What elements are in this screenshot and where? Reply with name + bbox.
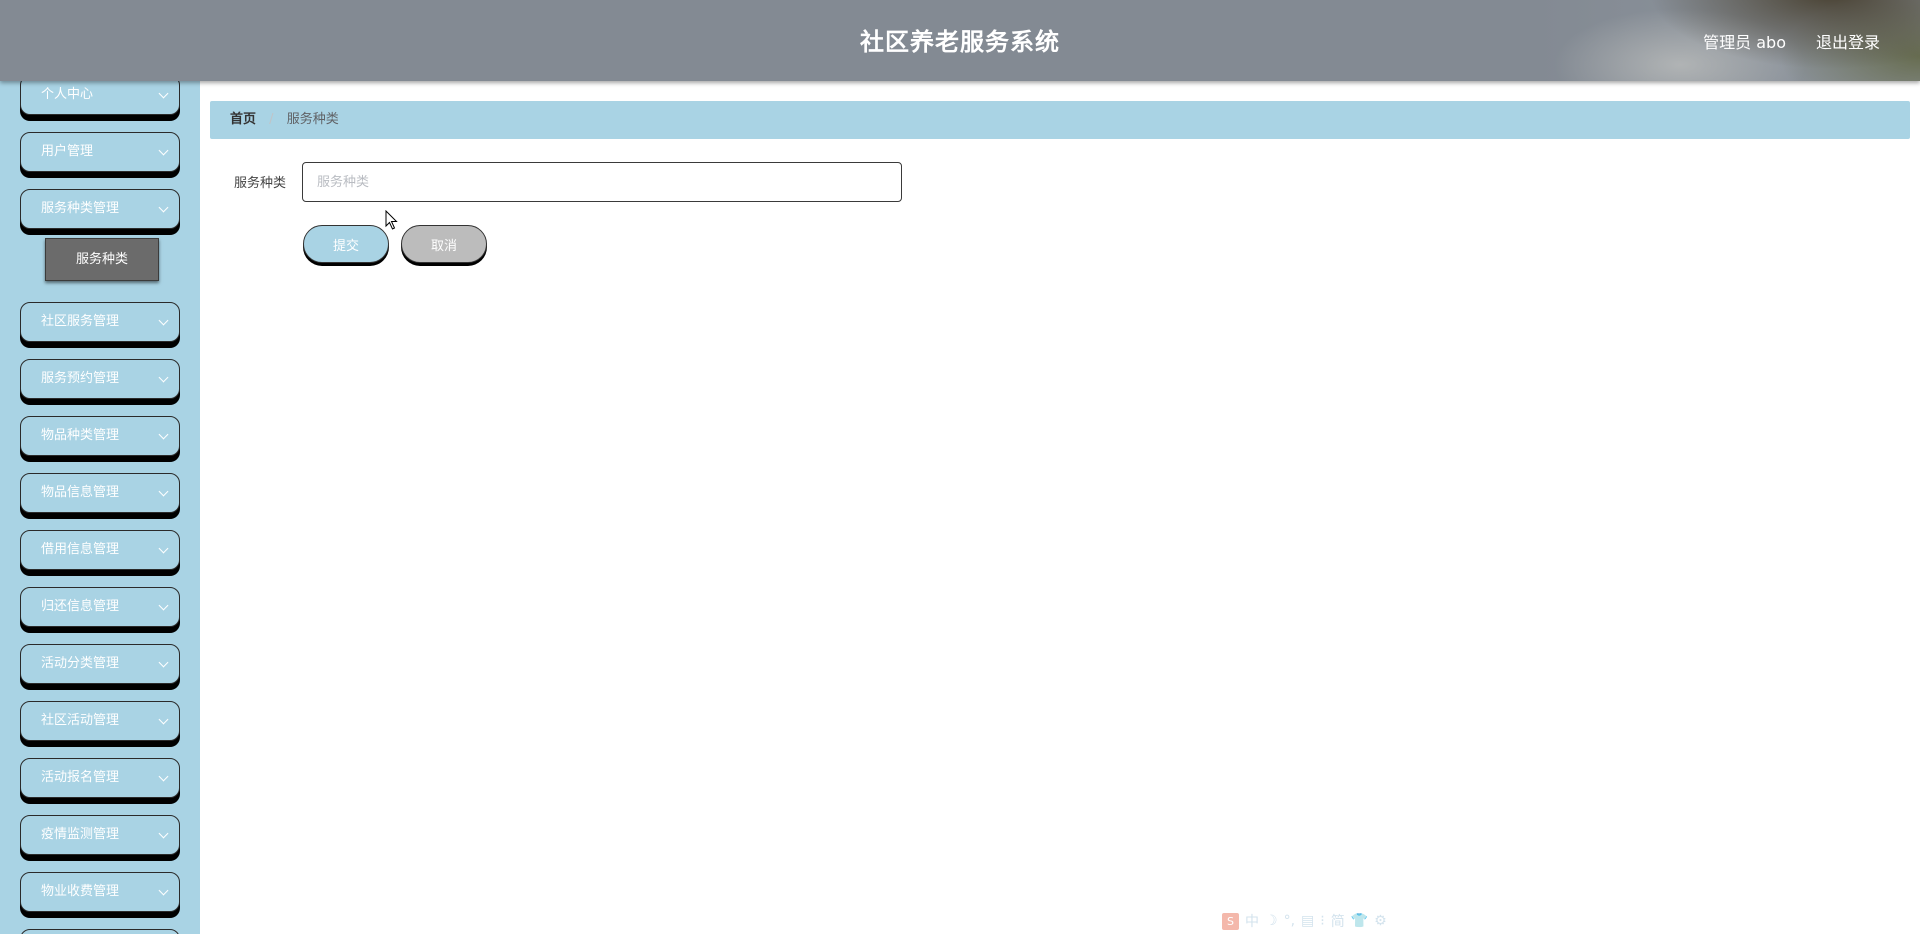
- sidebar: 个人中心 用户管理 服务种类管理 服务种类 社区服务管理 服务预约管理 物品种类…: [0, 81, 200, 934]
- ime-logo-icon: S: [1222, 912, 1239, 930]
- ime-mode-toggle[interactable]: 中: [1245, 911, 1259, 931]
- chevron-down-icon: [158, 828, 169, 839]
- sidebar-item-label: 疫情监测管理: [41, 827, 120, 842]
- sidebar-item-item-type-management[interactable]: 物品种类管理: [20, 416, 180, 456]
- ime-dots-icon[interactable]: ⁝: [1320, 913, 1324, 929]
- sidebar-item-label: 物业收费管理: [41, 884, 120, 899]
- chevron-down-icon: [158, 429, 169, 440]
- sidebar-item-label: 服务种类管理: [41, 201, 120, 216]
- sidebar-item-activity-signup-management[interactable]: 活动报名管理: [20, 758, 180, 798]
- chevron-down-icon: [158, 543, 169, 554]
- chevron-down-icon: [158, 315, 169, 326]
- sidebar-item-label: 借用信息管理: [41, 542, 120, 557]
- cancel-button[interactable]: 取消: [401, 225, 487, 263]
- mouse-pointer-icon: [385, 210, 398, 230]
- sidebar-item-label: 个人中心: [41, 87, 94, 102]
- sidebar-item-borrow-info-management[interactable]: 借用信息管理: [20, 530, 180, 570]
- sidebar-item-epidemic-monitoring-management[interactable]: 疫情监测管理: [20, 815, 180, 855]
- sidebar-item-personal-center[interactable]: 个人中心: [20, 81, 180, 115]
- sidebar-item-label: 活动分类管理: [41, 656, 120, 671]
- sidebar-item-community-activity-management[interactable]: 社区活动管理: [20, 701, 180, 741]
- breadcrumb-separator: /: [269, 112, 274, 127]
- sidebar-item-label: 用户管理: [41, 144, 94, 159]
- ime-keyboard-icon[interactable]: ▤: [1301, 913, 1314, 929]
- chevron-down-icon: [158, 372, 169, 383]
- breadcrumb-home-link[interactable]: 首页: [230, 112, 256, 127]
- chevron-down-icon: [158, 600, 169, 611]
- ime-moon-icon[interactable]: ☽: [1265, 913, 1278, 929]
- sidebar-item-label: 物品种类管理: [41, 428, 120, 443]
- breadcrumb-current: 服务种类: [286, 112, 339, 127]
- sidebar-item-label: 物品信息管理: [41, 485, 120, 500]
- top-header: 社区养老服务系统 管理员 abo 退出登录: [0, 0, 1920, 81]
- sidebar-item-label: 活动报名管理: [41, 770, 120, 785]
- submit-button[interactable]: 提交: [303, 225, 389, 263]
- ime-punctuation-icon[interactable]: °,: [1284, 913, 1295, 929]
- sidebar-item-user-management[interactable]: 用户管理: [20, 132, 180, 172]
- logout-link[interactable]: 退出登录: [1816, 29, 1880, 53]
- sidebar-item-item-info-management[interactable]: 物品信息管理: [20, 473, 180, 513]
- service-type-label: 服务种类: [234, 176, 287, 191]
- chevron-down-icon: [158, 486, 169, 497]
- current-user-label: 管理员 abo: [1703, 33, 1786, 52]
- chevron-down-icon: [158, 657, 169, 668]
- sidebar-item-label: 归还信息管理: [41, 599, 120, 614]
- chevron-down-icon: [158, 88, 169, 99]
- service-type-input[interactable]: [302, 162, 902, 202]
- ime-skin-icon[interactable]: 👕: [1351, 913, 1368, 929]
- sidebar-item-service-booking-management[interactable]: 服务预约管理: [20, 359, 180, 399]
- sidebar-subitem-service-type[interactable]: 服务种类: [45, 238, 159, 281]
- sidebar-item-community-service-management[interactable]: 社区服务管理: [20, 302, 180, 342]
- chevron-down-icon: [158, 771, 169, 782]
- sidebar-item-service-type-management[interactable]: 服务种类管理: [20, 189, 180, 229]
- sidebar-item-label: 社区活动管理: [41, 713, 120, 728]
- app-title: 社区养老服务系统: [860, 28, 1060, 56]
- sidebar-item-partial[interactable]: [20, 929, 180, 934]
- chevron-down-icon: [158, 714, 169, 725]
- sidebar-item-label: 社区服务管理: [41, 314, 120, 329]
- breadcrumb: 首页 / 服务种类: [210, 101, 1910, 139]
- ime-toolbar: S 中 ☽ °, ▤ ⁝ 简 👕 ⚙: [1222, 912, 1387, 930]
- chevron-down-icon: [158, 145, 169, 156]
- sidebar-item-property-fee-management[interactable]: 物业收费管理: [20, 872, 180, 912]
- ime-settings-icon[interactable]: ⚙: [1374, 913, 1387, 929]
- chevron-down-icon: [158, 202, 169, 213]
- sidebar-item-label: 服务预约管理: [41, 371, 120, 386]
- sidebar-item-activity-category-management[interactable]: 活动分类管理: [20, 644, 180, 684]
- sidebar-item-return-info-management[interactable]: 归还信息管理: [20, 587, 180, 627]
- ime-simplified-toggle[interactable]: 简: [1331, 911, 1345, 931]
- chevron-down-icon: [158, 885, 169, 896]
